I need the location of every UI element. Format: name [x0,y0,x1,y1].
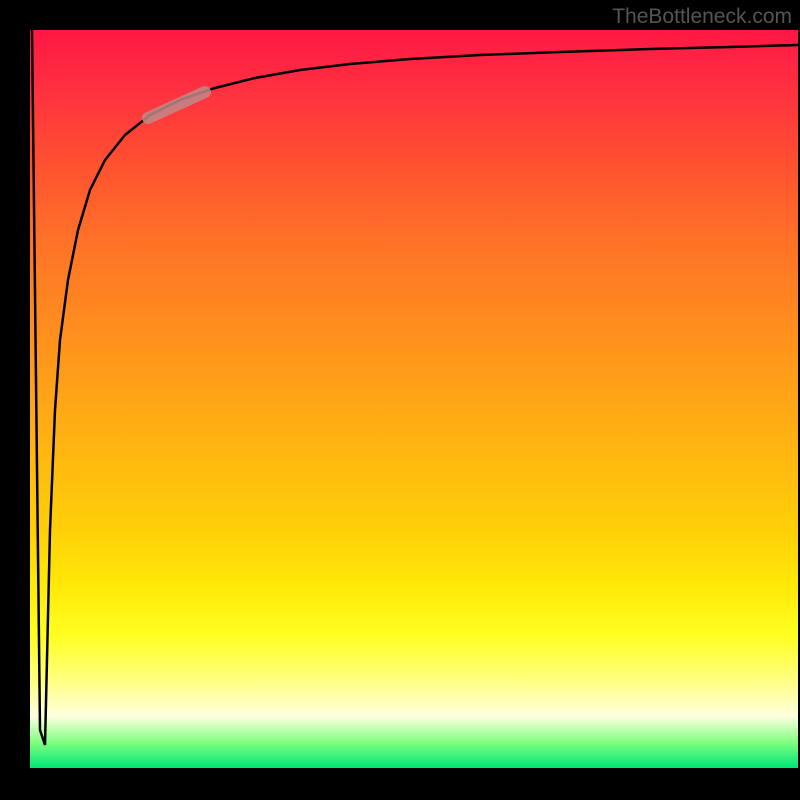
highlight-marker [148,92,205,118]
attribution-text: TheBottleneck.com [612,5,792,29]
bottleneck-curve [32,30,798,745]
chart-curve-overlay [30,30,798,768]
